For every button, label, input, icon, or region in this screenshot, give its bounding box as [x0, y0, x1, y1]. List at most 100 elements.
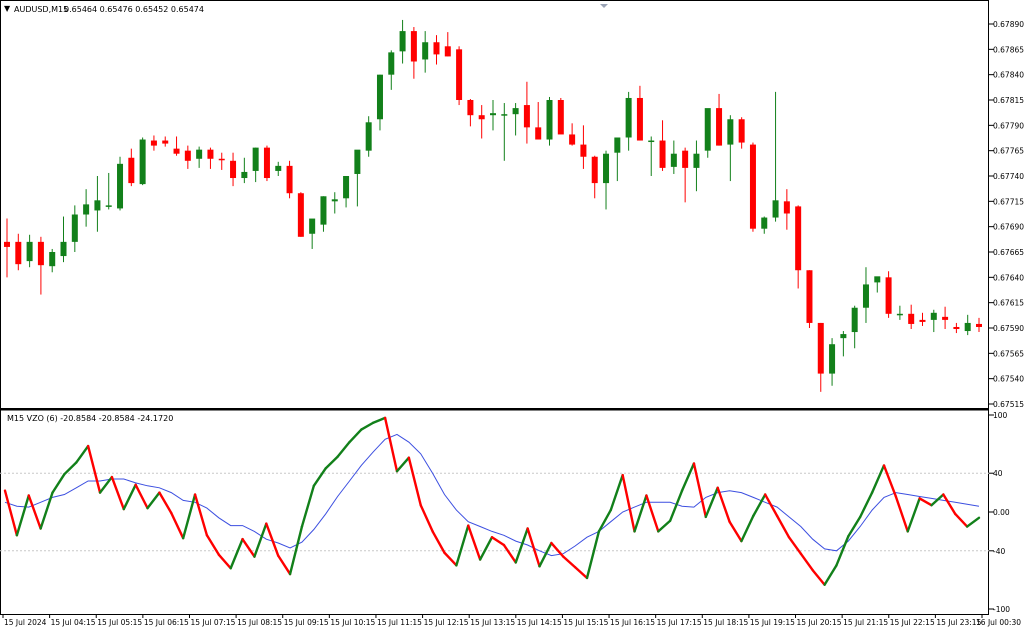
candle-body	[365, 122, 372, 151]
time-axis-label: 15 Jul 10:15	[330, 618, 375, 627]
candle-body	[523, 105, 530, 128]
candle-body	[761, 217, 768, 229]
candle-body	[930, 312, 937, 320]
time-axis-label: 15 Jul 14:15	[517, 618, 562, 627]
time-axis-label: 15 Jul 07:15	[190, 618, 235, 627]
candle-body	[738, 119, 745, 143]
candle-body	[230, 160, 237, 179]
time-axis-label: 15 Jul 06:15	[144, 618, 189, 627]
price-axis-label: 0.67540	[993, 375, 1024, 384]
vzo-axis-label: 100	[993, 411, 1008, 420]
candle-body	[376, 74, 383, 120]
candle-body	[716, 108, 723, 146]
candle-body	[196, 149, 203, 159]
candle-body	[343, 176, 350, 199]
candle-body	[874, 276, 881, 283]
candle	[806, 270, 813, 328]
candle-body	[908, 313, 915, 324]
candle-body	[433, 42, 440, 55]
candle-body	[331, 199, 338, 202]
indicator-header: M15 VZO (6) -20.8584 -20.8584 -24.1720	[7, 414, 173, 423]
candle-body	[512, 108, 519, 115]
candle-body	[964, 322, 971, 332]
candle-body	[648, 140, 655, 143]
candle-body	[456, 49, 463, 100]
price-axis-label: 0.67615	[993, 299, 1024, 308]
time-axis-label: 15 Jul 18:15	[703, 618, 748, 627]
price-axis-label: 0.67840	[993, 71, 1024, 80]
time-axis-label: 15 Jul 23:15	[936, 618, 981, 627]
header-arrow-icon[interactable]: ▼	[4, 4, 11, 13]
candle-body	[546, 100, 553, 140]
candle-body	[241, 171, 248, 179]
chart-canvas: ▼ AUDUSD,M15 0.65464 0.65476 0.65452 0.6…	[0, 0, 1024, 627]
candle-body	[60, 241, 67, 257]
price-axis-label: 0.67640	[993, 273, 1024, 282]
candle-body	[862, 284, 869, 308]
price-axis-label: 0.67765	[993, 147, 1024, 156]
time-axis-label: 15 Jul 15:15	[563, 618, 608, 627]
time-axis-label: 16 Jul 00:30	[976, 618, 1021, 627]
candle-body	[128, 157, 135, 184]
candle-body	[557, 100, 564, 135]
candle-body	[37, 241, 44, 266]
candle-body	[727, 119, 734, 145]
candle	[557, 97, 564, 135]
candle-body	[399, 31, 406, 52]
chart-symbol-period: AUDUSD,M15	[14, 5, 68, 14]
price-axis-label: 0.67865	[993, 45, 1024, 54]
candle-body	[795, 206, 802, 271]
candle-body	[410, 31, 417, 62]
vzo-axis-label: -40	[993, 547, 1005, 556]
candle	[263, 145, 270, 182]
candle-body	[173, 148, 180, 154]
price-axis-label: 0.67790	[993, 121, 1024, 130]
candle-body	[625, 97, 632, 138]
candle-body	[953, 326, 960, 330]
price-axis-label: 0.67715	[993, 197, 1024, 206]
candle-body	[942, 316, 949, 320]
candle-body	[885, 277, 892, 314]
price-axis-label: 0.67515	[993, 400, 1024, 409]
candle	[117, 156, 124, 211]
time-axis-label: 15 Jul 08:15	[237, 618, 282, 627]
candle-body	[749, 144, 756, 229]
price-axis-label: 0.67890	[993, 20, 1024, 29]
candle-body	[919, 319, 926, 322]
candle-body	[320, 196, 327, 225]
candle-body	[490, 113, 496, 116]
candle	[546, 96, 553, 146]
candle-body	[71, 214, 78, 242]
candle-body	[535, 127, 542, 140]
candle-body	[636, 97, 643, 141]
candle-body	[851, 307, 858, 333]
price-axis-label: 0.67815	[993, 96, 1024, 105]
time-axis-label: 15 Jul 09:15	[284, 618, 329, 627]
candle-body	[659, 140, 666, 168]
chart-ohlc-readout: 0.65464 0.65476 0.65452 0.65474	[64, 5, 204, 14]
candle-body	[591, 156, 598, 184]
candle-body	[444, 46, 451, 57]
candle-body	[207, 149, 214, 159]
candle-body	[309, 218, 316, 234]
candle-body	[840, 334, 847, 339]
price-axis-label: 0.67740	[993, 172, 1024, 181]
candle-body	[83, 204, 90, 215]
candle-body	[772, 200, 779, 218]
time-axis-label: 15 Jul 16:15	[610, 618, 655, 627]
price-axis-label: 0.67665	[993, 248, 1024, 257]
candle-body	[275, 165, 282, 171]
candle-body	[286, 165, 293, 194]
time-axis-label: 15 Jul 05:15	[97, 618, 142, 627]
candle-body	[105, 205, 112, 207]
candle-body	[162, 140, 169, 144]
candle-body	[94, 200, 101, 211]
candle-body	[184, 150, 191, 161]
vzo-axis-label: -100	[993, 605, 1010, 614]
candle-body	[297, 193, 304, 237]
time-axis-label: 15 Jul 22:15	[890, 618, 935, 627]
indicator-panel-frame	[0, 409, 989, 615]
candle-body	[580, 144, 587, 157]
candle-body	[263, 147, 270, 179]
candle	[885, 271, 892, 318]
